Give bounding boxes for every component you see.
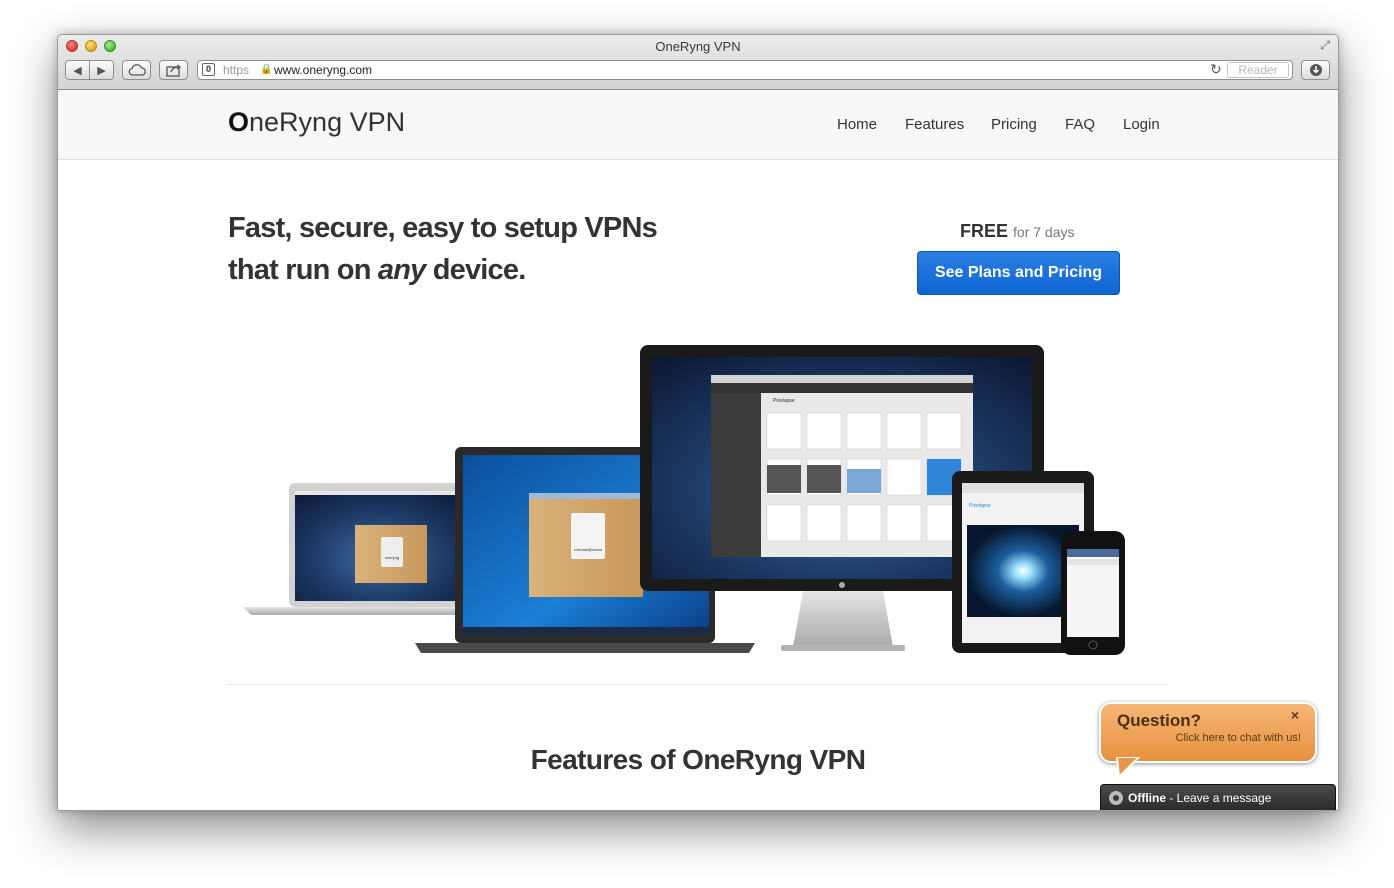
downloads-button[interactable] — [1301, 60, 1330, 80]
chat-bubble-tail — [1115, 757, 1141, 779]
browser-toolbar: OneRyng VPN ⤢ ◀ ▶ 0 https 🔒 www.oneryng.… — [58, 35, 1338, 90]
share-button[interactable] — [159, 60, 188, 80]
laptop-screen-label: michael@mesa — [574, 547, 602, 552]
hero-line-2-emphasis: any — [377, 254, 426, 286]
free-label: FREE — [960, 221, 1009, 241]
reader-button[interactable]: Reader — [1227, 62, 1289, 78]
hero-headline: Fast, secure, easy to setup VPNs that ru… — [228, 207, 658, 291]
see-plans-button[interactable]: See Plans and Pricing — [917, 251, 1120, 295]
hero-line-2: that run on any device. — [228, 249, 657, 291]
nav-features[interactable]: Features — [905, 116, 964, 133]
chat-offline-bar[interactable]: Offline - Leave a message — [1100, 784, 1336, 810]
chat-offline-status: Offline — [1128, 791, 1166, 805]
reload-icon[interactable]: ↻ — [1210, 61, 1222, 78]
imac-app-name: Pixelapse — [773, 398, 795, 404]
lock-icon: 🔒 — [260, 64, 273, 75]
hero-line-2-suffix: device. — [425, 254, 527, 286]
section-divider — [228, 684, 1168, 685]
forward-arrow-icon: ▶ — [97, 64, 106, 77]
iphone-image — [1061, 531, 1125, 655]
chat-offline-message: - Leave a message — [1166, 791, 1272, 805]
macbook-screen-label: oneryng — [385, 555, 399, 560]
chat-status-icon — [1109, 791, 1123, 805]
site-navbar: OneRyng VPN Home Features Pricing FAQ Lo… — [58, 90, 1338, 160]
share-icon — [165, 63, 181, 77]
chat-close-icon[interactable]: × — [1291, 707, 1299, 723]
hero-line-2-prefix: that run on — [228, 254, 378, 286]
brand-name: neRyng VPN — [249, 107, 406, 137]
chat-subtitle: Click here to chat with us! — [1175, 732, 1301, 744]
https-label: https — [223, 63, 250, 77]
ipad-app-name: Pixelapse — [969, 503, 991, 509]
download-icon — [1309, 64, 1322, 76]
chat-title: Question? — [1117, 711, 1202, 730]
forward-button[interactable]: ▶ — [89, 60, 114, 80]
free-trial-note: FREE for 7 days — [960, 221, 1075, 242]
url-text[interactable]: www.oneryng.com — [274, 63, 372, 77]
site-badge-icon: 0 — [202, 63, 215, 76]
window-title: OneRyng VPN — [655, 39, 741, 54]
browser-window: OneRyng VPN ⤢ ◀ ▶ 0 https 🔒 www.oneryng.… — [57, 34, 1339, 811]
nav-home[interactable]: Home — [837, 116, 877, 133]
nav-pricing[interactable]: Pricing — [991, 116, 1037, 133]
back-arrow-icon: ◀ — [73, 64, 82, 77]
chat-offline-text: Offline - Leave a message — [1128, 791, 1271, 805]
devices-illustration: oneryng michael@mesa Pixelapse Pixelapse — [243, 345, 1125, 655]
brand-initial: O — [228, 107, 250, 137]
icloud-tabs-button[interactable] — [122, 60, 151, 80]
free-duration: for 7 days — [1013, 224, 1075, 240]
nav-login[interactable]: Login — [1123, 116, 1160, 133]
back-button[interactable]: ◀ — [65, 60, 90, 80]
fullscreen-icon[interactable]: ⤢ — [1320, 38, 1330, 53]
cloud-icon — [128, 64, 146, 76]
nav-faq[interactable]: FAQ — [1065, 116, 1095, 133]
hero-line-1: Fast, secure, easy to setup VPNs — [228, 212, 658, 244]
brand-logo[interactable]: OneRyng VPN — [228, 107, 405, 138]
address-bar[interactable]: 0 https 🔒 www.oneryng.com ↻ Reader — [197, 60, 1293, 80]
chat-prompt-bubble[interactable]: Question? × Click here to chat with us! — [1099, 702, 1317, 779]
